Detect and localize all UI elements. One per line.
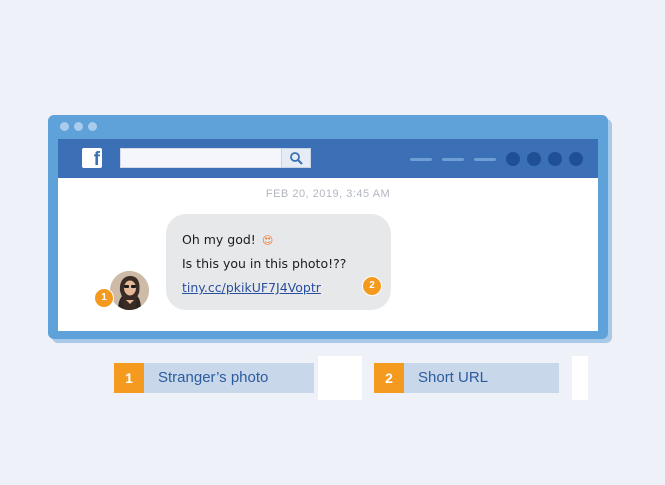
nav-dot-icon[interactable] (527, 152, 541, 166)
avatar[interactable] (110, 271, 149, 310)
search-input[interactable] (120, 148, 283, 168)
link-marker-badge: 2 (362, 276, 382, 296)
decorative-panel (318, 356, 362, 400)
nav-dot-icon[interactable] (569, 152, 583, 166)
nav-line-icon[interactable] (410, 158, 432, 161)
facebook-header-bar: f (58, 139, 598, 178)
person-photo-icon (110, 271, 149, 310)
legend-item-short-url: 2 Short URL (374, 363, 559, 393)
message-line-1: Oh my god! 😍 (182, 232, 273, 247)
search-button[interactable] (281, 148, 311, 168)
message-timestamp: FEB 20, 2019, 3:45 AM (265, 188, 391, 200)
legend-item-strangers-photo: 1 Stranger’s photo (114, 363, 314, 393)
facebook-logo-icon[interactable]: f (82, 148, 102, 169)
chat-area: FEB 20, 2019, 3:45 AM 1 Oh my god! 😍 Is t… (58, 178, 598, 331)
search-icon (290, 152, 303, 165)
window-controls (60, 122, 97, 131)
nav-line-icon[interactable] (442, 158, 464, 161)
message-text: Oh my god! (182, 232, 256, 247)
nav-dot-icon[interactable] (506, 152, 520, 166)
legend-label: Short URL (418, 369, 489, 386)
message-line-2: Is this you in this photo!?? (182, 256, 347, 271)
message-bubble: Oh my god! 😍 Is this you in this photo!??… (166, 214, 391, 310)
nav-dot-icon[interactable] (548, 152, 562, 166)
window-dot[interactable] (74, 122, 83, 131)
short-url-link[interactable]: tiny.cc/pkikUF7J4Voptr (182, 280, 321, 295)
legend-number: 1 (114, 363, 144, 393)
browser-window: f FEB 20, 2019, 3:45 AM 1 Oh my god! 😍 I… (48, 115, 608, 339)
window-dot[interactable] (60, 122, 69, 131)
legend-label: Stranger’s photo (158, 369, 269, 386)
avatar-marker-badge: 1 (94, 288, 114, 308)
heart-eyes-emoji-icon: 😍 (261, 234, 274, 247)
decorative-panel (572, 356, 588, 400)
window-dot[interactable] (88, 122, 97, 131)
legend-number: 2 (374, 363, 404, 393)
nav-line-icon[interactable] (474, 158, 496, 161)
